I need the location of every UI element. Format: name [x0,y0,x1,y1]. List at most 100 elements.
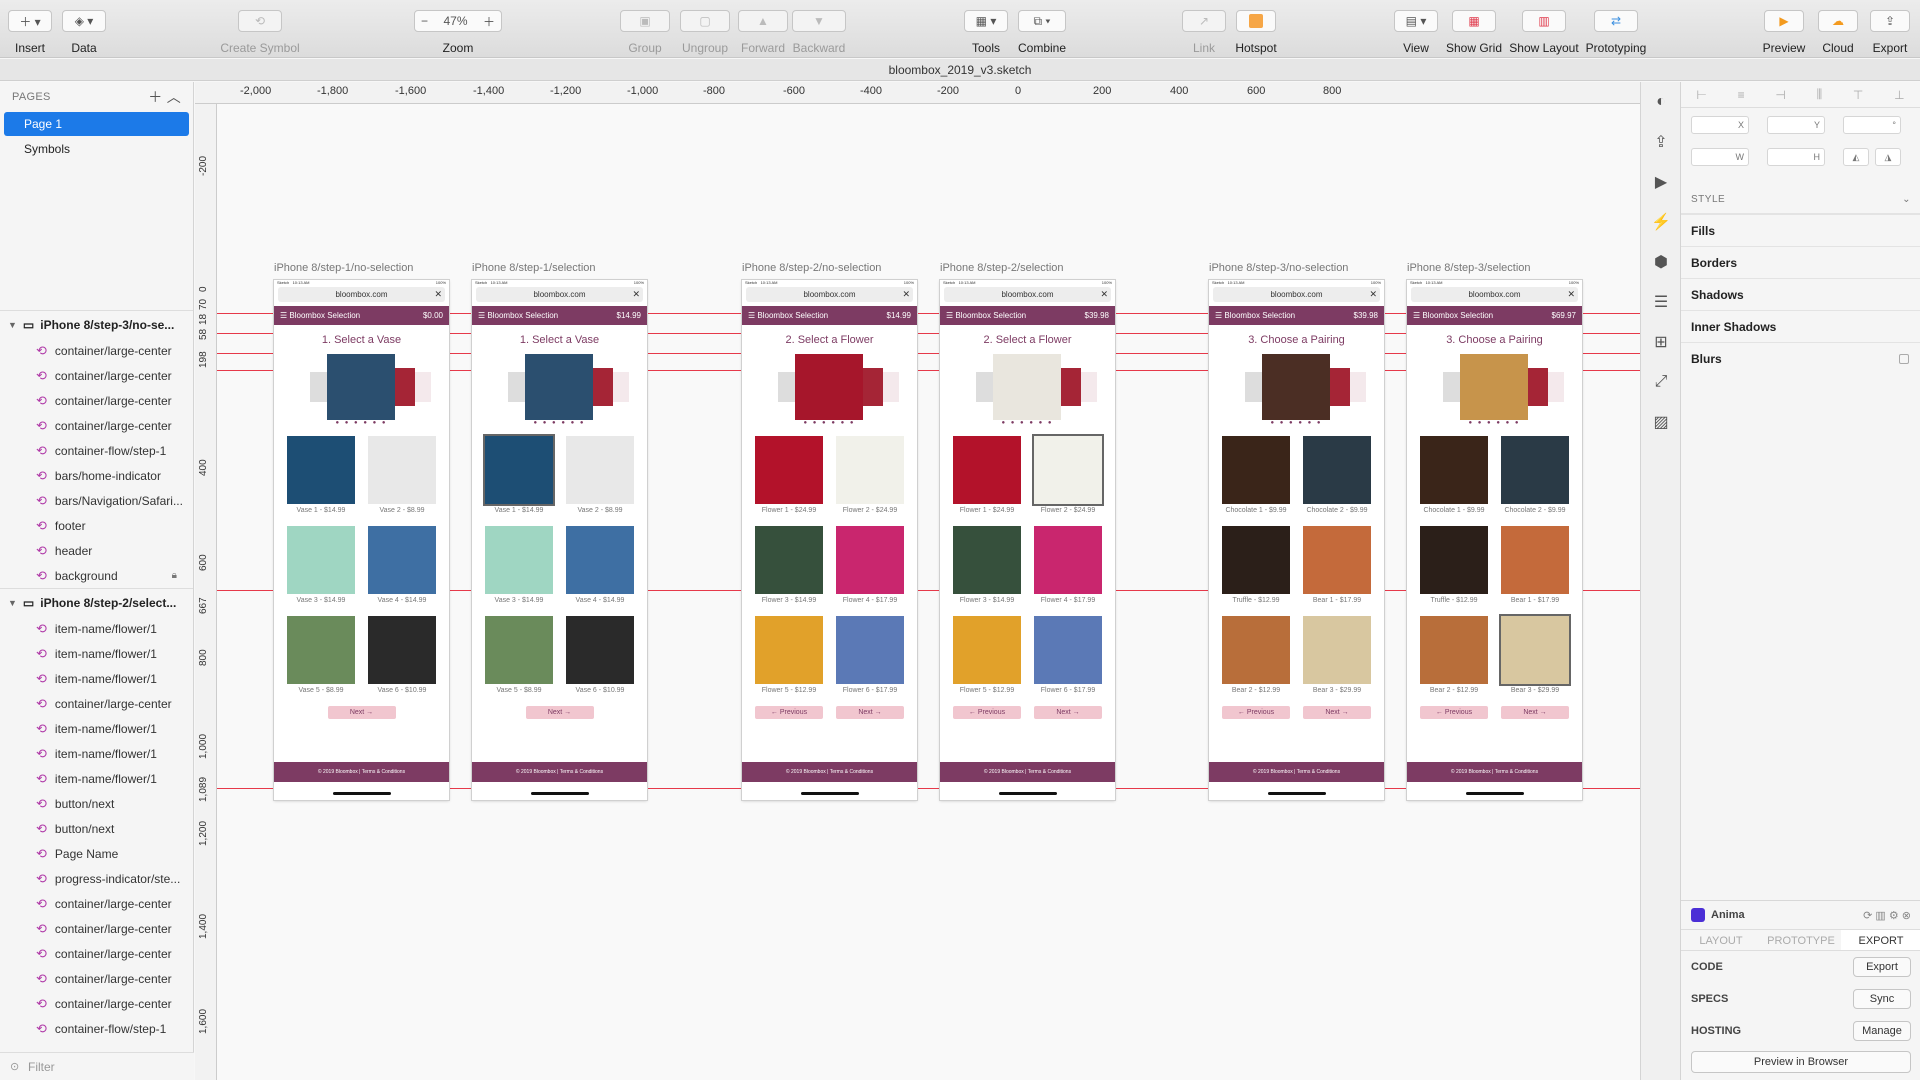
artboard-title[interactable]: iPhone 8/step-1/selection [472,262,596,274]
style-header[interactable]: STYLE ⌄ [1681,186,1920,214]
product-card[interactable]: Flower 4 - $17.99 [1034,526,1102,615]
artboard-title[interactable]: iPhone 8/step-3/selection [1407,262,1531,274]
product-card[interactable]: Vase 1 - $14.99 [485,436,553,525]
layer-item[interactable]: ⟲ container/large-center [0,338,193,363]
previous-button[interactable]: ← Previous [953,706,1021,719]
zoom-tool[interactable]: −47% ＋ Zoom [414,10,502,55]
layer-item[interactable]: ⟲ item-name/flower/1 [0,666,193,691]
previous-button[interactable]: ← Previous [1222,706,1290,719]
align-left-icon[interactable]: ⊢ [1696,88,1706,102]
prototyping-tool[interactable]: ⇄ Prototyping [1586,10,1646,55]
product-card[interactable]: Chocolate 1 - $9.99 [1222,436,1290,525]
layer-item[interactable]: ⟲ bars/home-indicator [0,463,193,488]
layer-item[interactable]: ⟲ header [0,538,193,563]
product-card[interactable]: Flower 5 - $12.99 [953,616,1021,705]
next-button[interactable]: Next → [525,706,594,719]
view-tool[interactable]: ▤ ▾ View [1394,10,1438,55]
create-symbol-tool[interactable]: ⟲ Create Symbol [220,10,300,55]
resize-icon[interactable]: ⤢ [1641,362,1681,402]
tab-export[interactable]: EXPORT [1841,930,1920,950]
layer-item[interactable]: ⟲ item-name/flower/1 [0,766,193,791]
canvas[interactable]: -2,000 -1,800 -1,600 -1,400 -1,200 -1,000 -800… [195,82,1640,1080]
layer-item[interactable]: ⟲ container/large-center [0,363,193,388]
page-item[interactable]: Page 1 [4,112,189,136]
style-icon[interactable]: ◐ [1641,82,1681,122]
align-right-icon[interactable]: ⊣ [1775,88,1785,102]
manage-button[interactable]: Manage [1853,1021,1911,1041]
product-card[interactable]: Flower 1 - $24.99 [953,436,1021,525]
product-card[interactable]: Vase 5 - $8.99 [287,616,355,705]
add-page-icon[interactable]: ＋ ︿ [148,87,181,107]
layer-item[interactable]: ⟲ item-name/flower/1 [0,741,193,766]
product-card[interactable]: Flower 6 - $17.99 [1034,616,1102,705]
borders-section[interactable]: Borders [1681,246,1920,278]
artboard-title[interactable]: iPhone 8/step-1/no-selection [274,262,413,274]
export-tool[interactable]: ⇪ Export [1870,10,1910,55]
product-card[interactable]: Vase 6 - $10.99 [368,616,436,705]
next-button[interactable]: Next → [836,706,904,719]
artboard[interactable]: Sketch 10:13 AM 100% bloombox.com ✕ ☰ Bloom… [472,280,647,800]
layer-item[interactable]: ⟲ container/large-center [0,916,193,941]
tab-prototype[interactable]: PROTOTYPE [1761,930,1841,950]
filter-input[interactable]: ⊙ Filter [0,1052,194,1080]
layer-item[interactable]: ⟲ Page Name [0,841,193,866]
artboard-title[interactable]: iPhone 8/step-2/selection [940,262,1064,274]
product-card[interactable]: Flower 2 - $24.99 [836,436,904,525]
sync-button[interactable]: Sync [1853,989,1911,1009]
product-card[interactable]: Vase 6 - $10.99 [566,616,634,705]
rotation-field[interactable]: ° [1843,116,1901,134]
backward-tool[interactable]: ▼ Backward [792,10,846,55]
product-card[interactable]: Flower 3 - $14.99 [755,526,823,615]
artboard-title[interactable]: iPhone 8/step-3/no-selection [1209,262,1348,274]
distribute-icon[interactable]: ⫼ [1817,87,1823,102]
layer-item[interactable]: ⟲ background 🔒︎ [0,563,193,588]
upload-icon[interactable]: ⇪ [1641,122,1681,162]
product-card[interactable]: Bear 2 - $12.99 [1222,616,1290,705]
product-card[interactable]: Bear 1 - $17.99 [1501,526,1569,615]
align-center-icon[interactable]: ≡ [1738,88,1745,102]
anima-tools-icon[interactable]: ⟳ ▥ ⚙ ⊗ [1863,909,1911,922]
align-middle-icon[interactable]: ⊥ [1894,88,1904,102]
link-tool[interactable]: ↗ Link [1182,10,1226,55]
tools-tool[interactable]: ▦ ▾ Tools [964,10,1008,55]
align-top-icon[interactable]: ⊤ [1853,88,1863,102]
play-icon[interactable]: ▶ [1641,162,1681,202]
product-card[interactable]: Flower 4 - $17.99 [836,526,904,615]
layer-item[interactable]: ⟲ container/large-center [0,941,193,966]
artboard[interactable]: Sketch 10:13 AM 100% bloombox.com ✕ ☰ Bloom… [1209,280,1384,800]
artboard[interactable]: Sketch 10:13 AM 100% bloombox.com ✕ ☰ Bloom… [940,280,1115,800]
hotspot-tool[interactable]: Hotspot [1235,10,1277,55]
group-tool[interactable]: ▣ Group [620,10,670,55]
product-card[interactable]: Chocolate 2 - $9.99 [1303,436,1371,525]
next-button[interactable]: Next → [1303,706,1371,719]
product-card[interactable]: Vase 3 - $14.99 [287,526,355,615]
layer-item[interactable]: ⟲ container/large-center [0,413,193,438]
artboard[interactable]: Sketch 10:13 AM 100% bloombox.com ✕ ☰ Bloom… [274,280,449,800]
product-card[interactable]: Truffle - $12.99 [1420,526,1488,615]
product-card[interactable]: Bear 1 - $17.99 [1303,526,1371,615]
next-button[interactable]: Next → [1034,706,1102,719]
product-card[interactable]: Chocolate 1 - $9.99 [1420,436,1488,525]
product-card[interactable]: Chocolate 2 - $9.99 [1501,436,1569,525]
y-field[interactable]: Y [1767,116,1825,134]
layer-item[interactable]: ⟲ button/next [0,791,193,816]
product-card[interactable]: Flower 2 - $24.99 [1034,436,1102,525]
width-field[interactable]: W [1691,148,1749,166]
export-code-button[interactable]: Export [1853,957,1911,977]
show-grid-tool[interactable]: ▦ Show Grid [1446,10,1502,55]
product-card[interactable]: Flower 5 - $12.99 [755,616,823,705]
layer-item[interactable]: ⟲ container/large-center [0,691,193,716]
product-card[interactable]: Vase 4 - $14.99 [566,526,634,615]
product-card[interactable]: Bear 2 - $12.99 [1420,616,1488,705]
product-card[interactable]: Vase 3 - $14.99 [485,526,553,615]
layer-item[interactable]: ⟲ progress-indicator/ste... [0,866,193,891]
preview-in-browser-button[interactable]: Preview in Browser [1691,1051,1911,1073]
tab-layout[interactable]: LAYOUT [1681,930,1761,950]
artboard-title[interactable]: iPhone 8/step-2/no-selection [742,262,881,274]
artboard[interactable]: Sketch 10:13 AM 100% bloombox.com ✕ ☰ Bloom… [742,280,917,800]
lightning-icon[interactable]: ⚡ [1641,202,1681,242]
layer-item[interactable]: ⟲ container-flow/step-1 [0,438,193,463]
layer-group-artboard[interactable]: ▼ ▭ iPhone 8/step-2/select... [0,588,193,616]
layer-item[interactable]: ⟲ container/large-center [0,966,193,991]
ungroup-tool[interactable]: ▢ Ungroup [680,10,730,55]
